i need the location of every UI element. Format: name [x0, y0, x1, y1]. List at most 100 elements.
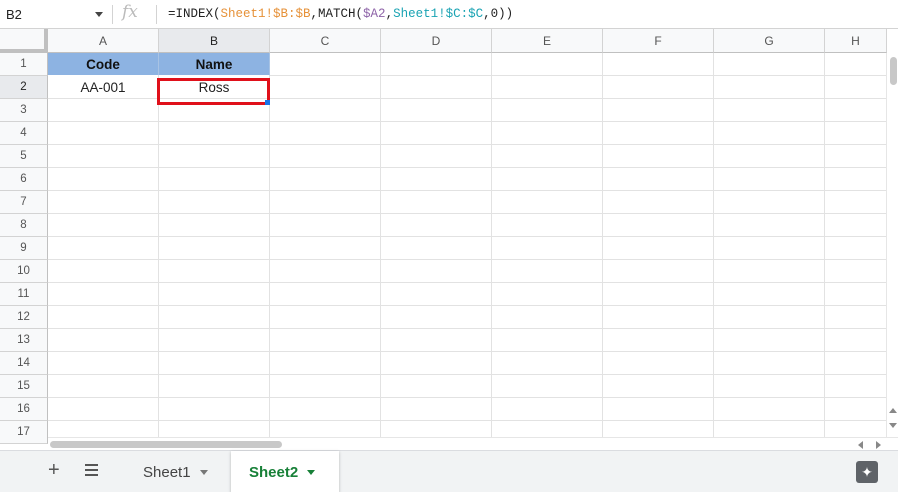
cell-h11[interactable] — [825, 283, 887, 306]
row-header-16[interactable]: 16 — [0, 398, 48, 421]
column-header-b[interactable]: B — [159, 29, 270, 53]
cell-a5[interactable] — [48, 145, 159, 168]
horizontal-scrollbar[interactable] — [48, 437, 898, 450]
cell-e15[interactable] — [492, 375, 603, 398]
cell-c3[interactable] — [270, 99, 381, 122]
cell-a10[interactable] — [48, 260, 159, 283]
cell-g9[interactable] — [714, 237, 825, 260]
cell-c5[interactable] — [270, 145, 381, 168]
cell-f4[interactable] — [603, 122, 714, 145]
cell-h16[interactable] — [825, 398, 887, 421]
cell-e7[interactable] — [492, 191, 603, 214]
cell-c4[interactable] — [270, 122, 381, 145]
cell-c15[interactable] — [270, 375, 381, 398]
cell-c7[interactable] — [270, 191, 381, 214]
cell-g3[interactable] — [714, 99, 825, 122]
cell-g16[interactable] — [714, 398, 825, 421]
row-header-6[interactable]: 6 — [0, 168, 48, 191]
column-header-f[interactable]: F — [603, 29, 714, 53]
cell-g1[interactable] — [714, 53, 825, 76]
row-header-12[interactable]: 12 — [0, 306, 48, 329]
sparkle-icon[interactable]: ✦ — [856, 461, 878, 483]
cell-b9[interactable] — [159, 237, 270, 260]
cell-e1[interactable] — [492, 53, 603, 76]
cell-g11[interactable] — [714, 283, 825, 306]
cell-e5[interactable] — [492, 145, 603, 168]
cell-f9[interactable] — [603, 237, 714, 260]
cell-c10[interactable] — [270, 260, 381, 283]
cell-c1[interactable] — [270, 53, 381, 76]
cell-d4[interactable] — [381, 122, 492, 145]
vertical-scrollbar[interactable] — [886, 53, 898, 437]
cell-a14[interactable] — [48, 352, 159, 375]
cell-h12[interactable] — [825, 306, 887, 329]
cell-d1[interactable] — [381, 53, 492, 76]
cell-d8[interactable] — [381, 214, 492, 237]
cell-d3[interactable] — [381, 99, 492, 122]
column-header-d[interactable]: D — [381, 29, 492, 53]
cell-b4[interactable] — [159, 122, 270, 145]
cell-h8[interactable] — [825, 214, 887, 237]
cell-a9[interactable] — [48, 237, 159, 260]
cell-d14[interactable] — [381, 352, 492, 375]
cell-c14[interactable] — [270, 352, 381, 375]
cell-h10[interactable] — [825, 260, 887, 283]
cell-b13[interactable] — [159, 329, 270, 352]
cell-g10[interactable] — [714, 260, 825, 283]
cell-h14[interactable] — [825, 352, 887, 375]
cell-b7[interactable] — [159, 191, 270, 214]
cell-b16[interactable] — [159, 398, 270, 421]
row-header-14[interactable]: 14 — [0, 352, 48, 375]
scroll-right-icon[interactable] — [876, 441, 881, 449]
cell-b14[interactable] — [159, 352, 270, 375]
cell-d2[interactable] — [381, 76, 492, 99]
cell-h6[interactable] — [825, 168, 887, 191]
cell-h5[interactable] — [825, 145, 887, 168]
cell-c8[interactable] — [270, 214, 381, 237]
cell-g7[interactable] — [714, 191, 825, 214]
scroll-left-icon[interactable] — [858, 441, 863, 449]
cell-f8[interactable] — [603, 214, 714, 237]
vertical-scroll-thumb[interactable] — [890, 57, 897, 85]
cell-a7[interactable] — [48, 191, 159, 214]
cell-c16[interactable] — [270, 398, 381, 421]
tab-sheet1[interactable]: Sheet1 — [125, 451, 230, 492]
cell-f12[interactable] — [603, 306, 714, 329]
cell-c6[interactable] — [270, 168, 381, 191]
row-header-7[interactable]: 7 — [0, 191, 48, 214]
cell-g12[interactable] — [714, 306, 825, 329]
cell-d11[interactable] — [381, 283, 492, 306]
cell-g6[interactable] — [714, 168, 825, 191]
menu-lines-icon[interactable] — [85, 464, 98, 476]
cell-a16[interactable] — [48, 398, 159, 421]
cell-h13[interactable] — [825, 329, 887, 352]
cell-b3[interactable] — [159, 99, 270, 122]
plus-icon[interactable]: + — [48, 460, 60, 480]
cell-f13[interactable] — [603, 329, 714, 352]
horizontal-scroll-thumb[interactable] — [50, 441, 282, 448]
cell-a8[interactable] — [48, 214, 159, 237]
cell-f11[interactable] — [603, 283, 714, 306]
row-header-11[interactable]: 11 — [0, 283, 48, 306]
row-header-8[interactable]: 8 — [0, 214, 48, 237]
cell-e12[interactable] — [492, 306, 603, 329]
cell-f6[interactable] — [603, 168, 714, 191]
cell-c12[interactable] — [270, 306, 381, 329]
cell-d9[interactable] — [381, 237, 492, 260]
cell-a4[interactable] — [48, 122, 159, 145]
scroll-down-icon[interactable] — [889, 423, 897, 428]
row-header-17[interactable]: 17 — [0, 421, 48, 444]
cell-d6[interactable] — [381, 168, 492, 191]
cell-h2[interactable] — [825, 76, 887, 99]
cell-e13[interactable] — [492, 329, 603, 352]
select-all-corner[interactable] — [0, 29, 48, 53]
row-header-1[interactable]: 1 — [0, 53, 48, 76]
cell-g5[interactable] — [714, 145, 825, 168]
column-header-a[interactable]: A — [48, 29, 159, 53]
cell-e16[interactable] — [492, 398, 603, 421]
cell-b1[interactable]: Name — [159, 53, 270, 76]
cell-g4[interactable] — [714, 122, 825, 145]
scroll-up-icon[interactable] — [889, 408, 897, 413]
row-header-13[interactable]: 13 — [0, 329, 48, 352]
formula-input[interactable]: =INDEX(Sheet1!$B:$B,MATCH($A2,Sheet1!$C:… — [168, 7, 513, 21]
